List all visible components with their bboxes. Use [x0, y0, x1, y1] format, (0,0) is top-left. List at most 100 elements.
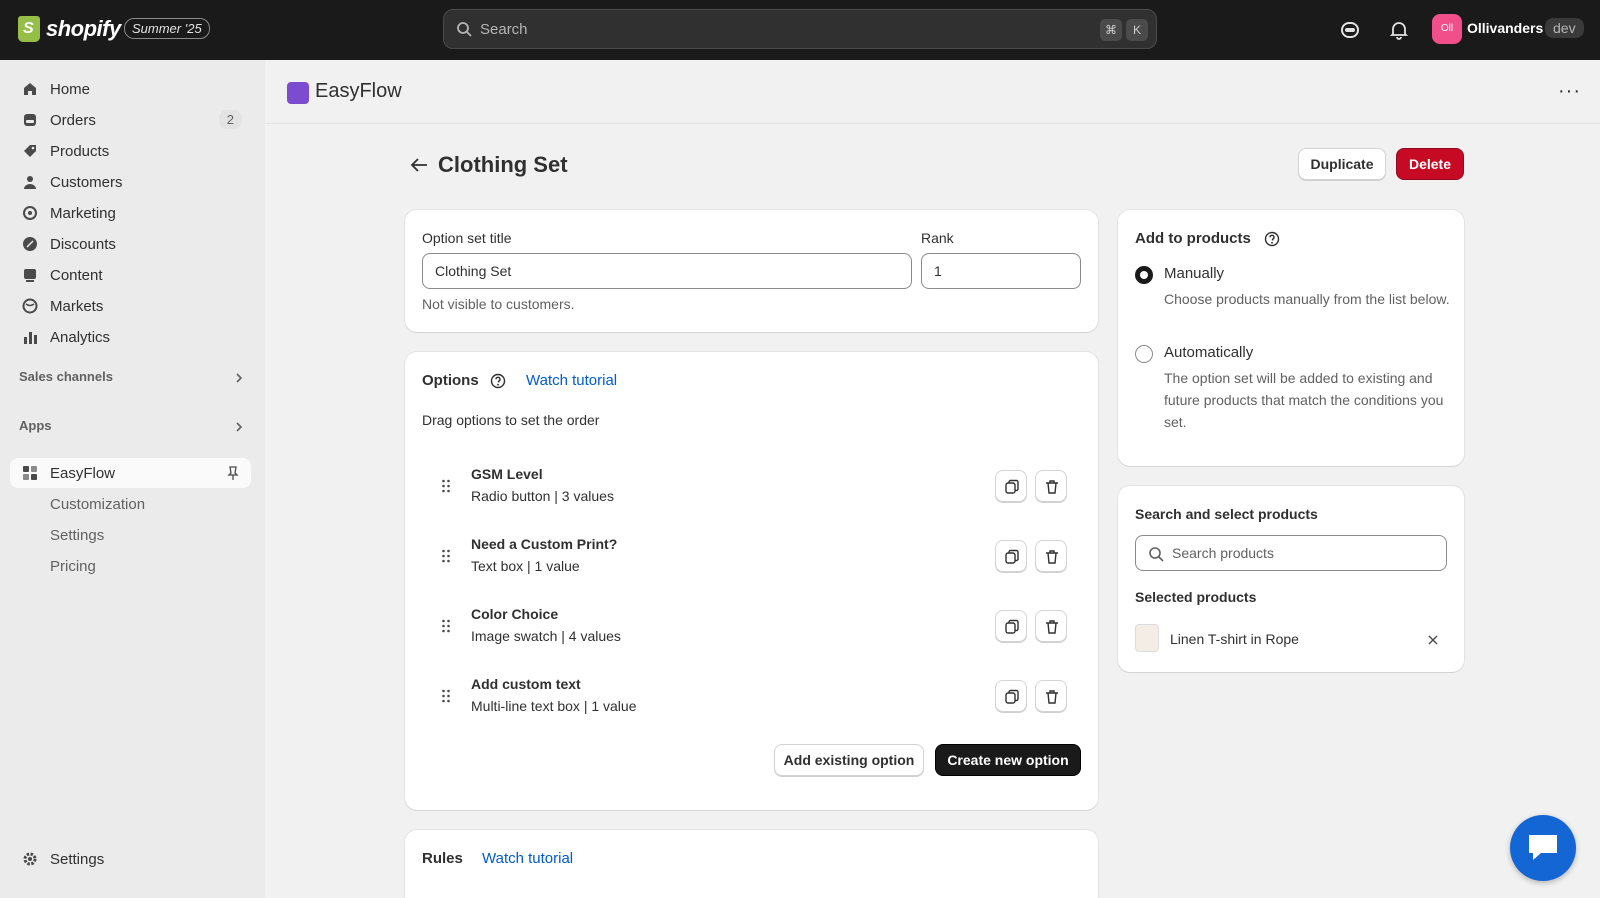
sidebar-subitem-customization[interactable]: Customization — [50, 496, 145, 513]
manually-help: Choose products manually from the list b… — [1164, 291, 1450, 307]
option-meta: Text box | 1 value — [471, 558, 580, 574]
sidebar-item-markets[interactable]: Markets — [10, 291, 250, 321]
env-badge: dev — [1545, 18, 1584, 38]
delete-button[interactable]: Delete — [1396, 148, 1464, 180]
sidebar-item-discounts[interactable]: Discounts — [10, 229, 250, 259]
add-existing-option-button[interactable]: Add existing option — [774, 744, 924, 776]
trash-icon — [1046, 620, 1058, 634]
option-row[interactable]: Color Choice Image swatch | 4 values — [405, 598, 1085, 658]
automatically-label[interactable]: Automatically — [1164, 344, 1253, 361]
sidebar-item-settings[interactable]: Settings — [10, 844, 250, 874]
sales-channels-heading[interactable]: Sales channels — [19, 369, 113, 384]
sidebar-subitem-pricing[interactable]: Pricing — [50, 558, 96, 575]
option-name: GSM Level — [471, 466, 543, 482]
drag-handle-icon[interactable] — [441, 478, 451, 494]
sidebar-item-label: EasyFlow — [50, 465, 116, 482]
rank-input[interactable]: 1 — [921, 253, 1081, 289]
sidekick-icon[interactable] — [1339, 19, 1361, 41]
option-name: Color Choice — [471, 606, 559, 622]
options-watch-tutorial-link[interactable]: Watch tutorial — [526, 372, 617, 389]
search-products-input[interactable]: Search products — [1135, 535, 1447, 571]
top-bar: shopify Summer '25 Search ⌘ K Oll Olliva… — [0, 0, 1600, 60]
chat-widget-button[interactable] — [1510, 815, 1576, 881]
rank-label: Rank — [921, 230, 954, 246]
delete-option-button[interactable] — [1035, 680, 1067, 712]
chat-bubble-icon — [1529, 835, 1557, 860]
sidebar-item-analytics[interactable]: Analytics — [10, 322, 250, 352]
bell-icon[interactable] — [1388, 19, 1410, 41]
add-to-products-card: Add to products Manually Choose products… — [1118, 210, 1464, 466]
duplicate-option-button[interactable] — [995, 470, 1027, 502]
sidebar-item-label: Marketing — [50, 205, 116, 222]
sidebar-item-home[interactable]: Home — [10, 74, 250, 104]
sidebar-item-orders[interactable]: Orders 2 — [10, 105, 250, 135]
duplicate-icon — [1005, 689, 1019, 704]
duplicate-option-button[interactable] — [995, 610, 1027, 642]
search-icon — [1149, 547, 1164, 562]
option-set-help-text: Not visible to customers. — [422, 296, 575, 312]
sidebar-item-label: Analytics — [50, 329, 111, 346]
sidebar-item-marketing[interactable]: Marketing — [10, 198, 250, 228]
back-arrow-icon[interactable] — [410, 158, 428, 172]
edition-badge[interactable]: Summer '25 — [124, 18, 210, 39]
create-new-option-button[interactable]: Create new option — [935, 744, 1081, 776]
sidebar-item-easyflow[interactable]: EasyFlow — [10, 458, 251, 488]
options-title: Options — [422, 372, 479, 389]
main-content: EasyFlow ··· Clothing Set Duplicate Dele… — [265, 60, 1600, 898]
select-products-card: Search and select products Search produc… — [1118, 486, 1464, 672]
option-set-title-value: Clothing Set — [435, 263, 512, 279]
easyflow-logo — [287, 82, 309, 104]
drag-handle-icon[interactable] — [441, 688, 451, 704]
option-meta: Multi-line text box | 1 value — [471, 698, 637, 714]
drag-handle-icon[interactable] — [441, 548, 451, 564]
rules-watch-tutorial-link[interactable]: Watch tutorial — [482, 850, 573, 867]
brand-name: shopify — [46, 16, 121, 41]
chevron-right-icon[interactable] — [234, 421, 244, 433]
sidebar-item-label: Home — [50, 81, 91, 98]
sidebar-subitem-settings[interactable]: Settings — [50, 527, 104, 544]
apps-heading[interactable]: Apps — [19, 418, 52, 433]
page-title: Clothing Set — [438, 152, 568, 177]
option-set-title-input[interactable]: Clothing Set — [422, 253, 912, 289]
app-header: EasyFlow ··· — [265, 60, 1600, 124]
search-icon — [457, 22, 472, 37]
store-name[interactable]: Ollivanders — [1467, 20, 1543, 36]
trash-icon — [1046, 550, 1058, 564]
delete-option-button[interactable] — [1035, 610, 1067, 642]
chevron-right-icon[interactable] — [234, 372, 244, 384]
sidebar-item-label: Products — [50, 143, 110, 160]
help-circle-icon[interactable] — [1264, 231, 1280, 247]
pin-icon[interactable] — [225, 465, 241, 481]
delete-option-button[interactable] — [1035, 470, 1067, 502]
rules-card: Rules Watch tutorial — [405, 830, 1098, 898]
sidebar: Home Orders 2 Products Customers Marketi… — [0, 60, 265, 898]
sidebar-item-content[interactable]: Content — [10, 260, 250, 290]
delete-option-button[interactable] — [1035, 540, 1067, 572]
global-search[interactable]: Search ⌘ K — [443, 9, 1157, 49]
duplicate-button[interactable]: Duplicate — [1298, 148, 1386, 180]
more-actions-icon[interactable]: ··· — [1558, 80, 1581, 103]
sidebar-item-label: Settings — [50, 851, 105, 868]
option-name: Add custom text — [471, 676, 581, 692]
shortcut-key-k: K — [1126, 19, 1148, 41]
option-row[interactable]: GSM Level Radio button | 3 values — [405, 458, 1085, 518]
orders-count-badge: 2 — [218, 110, 242, 129]
store-avatar[interactable]: Oll — [1432, 14, 1462, 44]
option-row[interactable]: Add custom text Multi-line text box | 1 … — [405, 668, 1085, 728]
duplicate-option-button[interactable] — [995, 680, 1027, 712]
close-icon[interactable] — [1427, 634, 1439, 646]
manually-radio[interactable] — [1135, 266, 1153, 284]
manually-label[interactable]: Manually — [1164, 265, 1224, 282]
trash-icon — [1046, 480, 1058, 494]
options-instructions: Drag options to set the order — [422, 412, 600, 428]
easyflow-app-icon — [23, 466, 37, 480]
help-circle-icon[interactable] — [490, 373, 506, 389]
sidebar-item-products[interactable]: Products — [10, 136, 250, 166]
drag-handle-icon[interactable] — [441, 618, 451, 634]
option-set-title-label: Option set title — [422, 230, 512, 246]
duplicate-option-button[interactable] — [995, 540, 1027, 572]
sidebar-item-customers[interactable]: Customers — [10, 167, 250, 197]
shopify-logo[interactable]: shopify — [18, 16, 121, 42]
automatically-radio[interactable] — [1135, 345, 1153, 363]
option-row[interactable]: Need a Custom Print? Text box | 1 value — [405, 528, 1085, 588]
